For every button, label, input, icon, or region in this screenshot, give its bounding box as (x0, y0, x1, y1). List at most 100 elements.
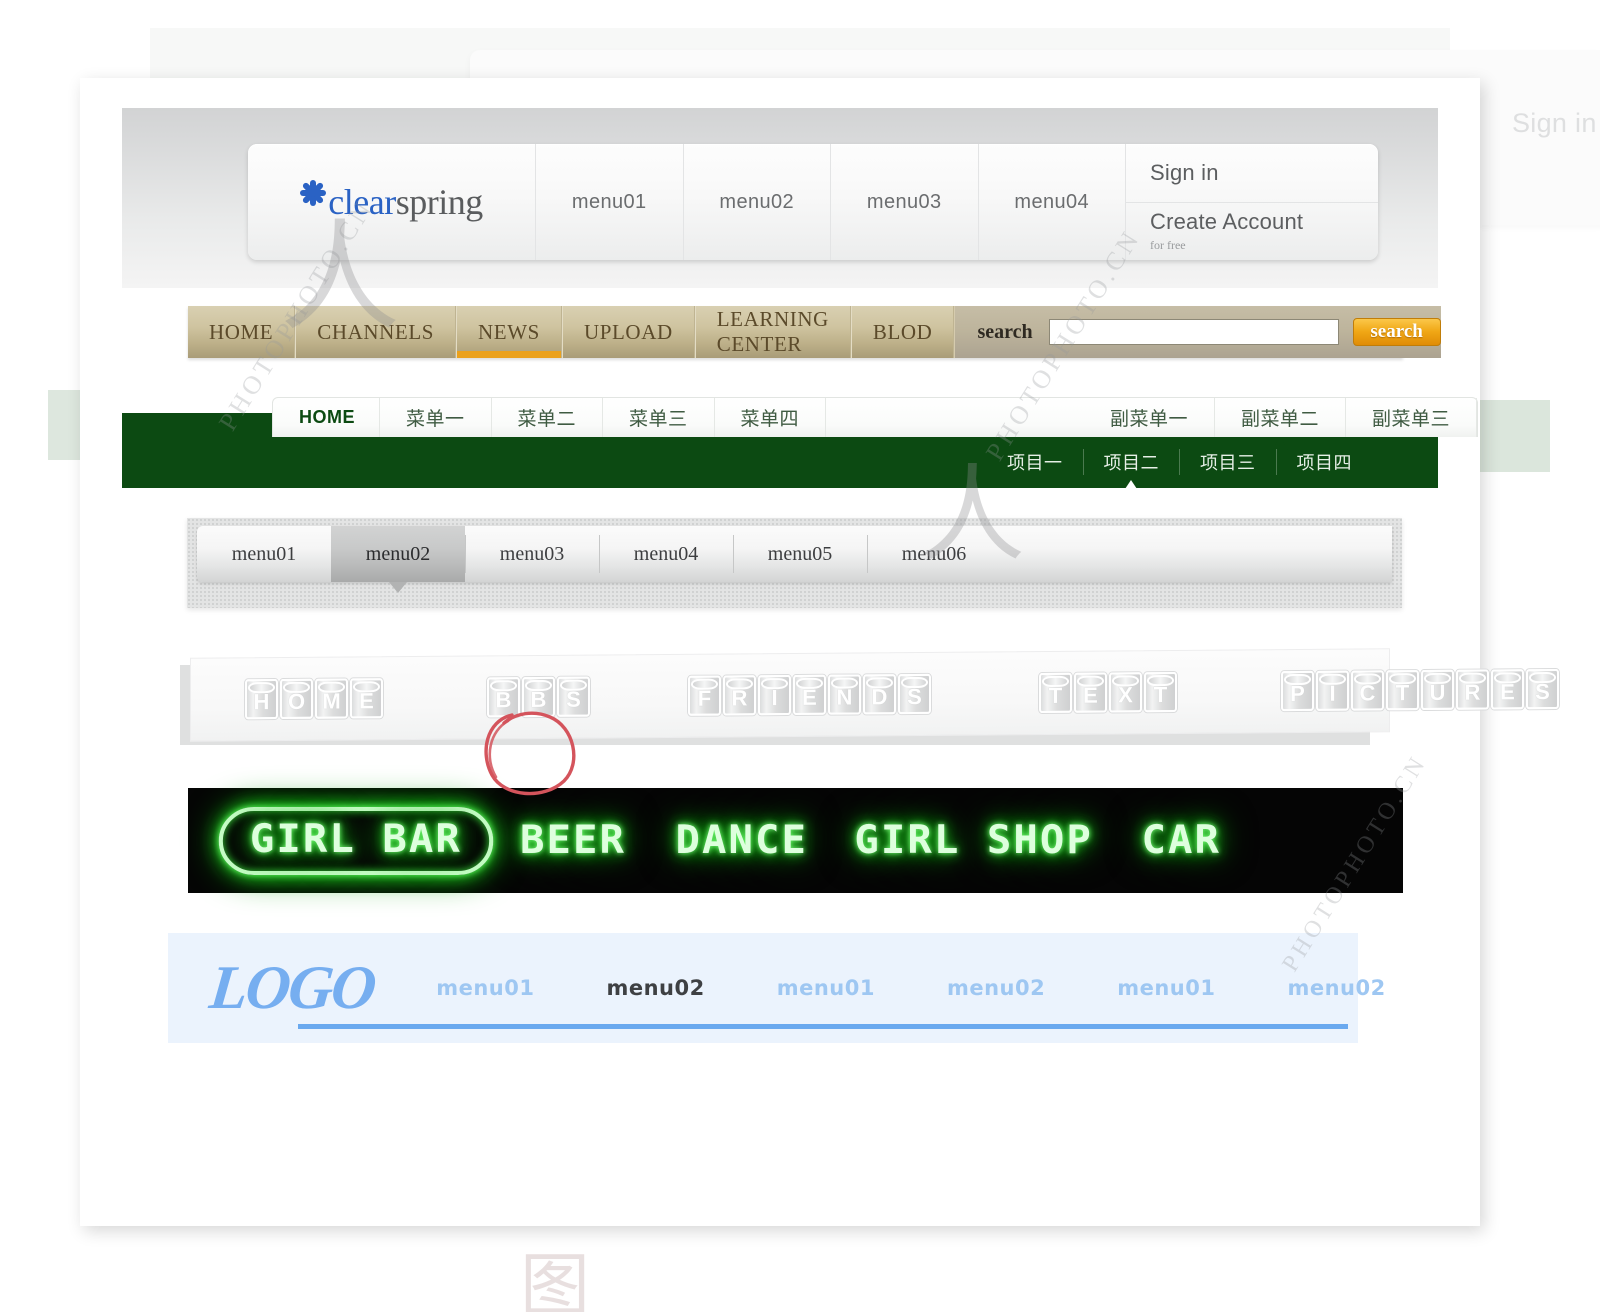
logo-text-secondary: spring (395, 182, 484, 222)
green-nav-item-home[interactable]: HOME (273, 398, 380, 450)
search-area: search search (954, 306, 1441, 358)
can-letter: O (280, 678, 313, 720)
green-nav-item-menu2[interactable]: 菜单二 (492, 398, 604, 437)
can-letter: S (557, 676, 590, 717)
gray-tab-menu02[interactable]: menu02 (331, 526, 465, 593)
search-input[interactable] (1048, 319, 1339, 345)
watermark-glyph-3: 图 (520, 1249, 590, 1312)
can-letter: C (1351, 670, 1384, 711)
green-nav-project-3[interactable]: 项目三 (1179, 449, 1276, 475)
green-nav-item-menu1[interactable]: 菜单一 (380, 398, 492, 437)
green-nav-top-row: HOME 菜单一 菜单二 菜单三 菜单四 副菜单一 副菜单二 副菜单三 (272, 397, 1478, 450)
logo-nav-item-1[interactable]: menu01 (436, 976, 534, 1000)
gray-tab-filler (1001, 526, 1392, 582)
logo-nav-underline (298, 1024, 1348, 1029)
can-letter: S (1526, 668, 1559, 710)
header-menu-item-4[interactable]: menu04 (979, 144, 1126, 260)
logo-nav-item-5[interactable]: menu01 (1117, 976, 1215, 1000)
gray-tab-menu01[interactable]: menu01 (197, 526, 331, 582)
can-letter: T (1144, 671, 1177, 713)
ghost-sign-in-label: Sign in (1512, 108, 1597, 138)
neon-nav-item-dance[interactable]: DANCE (675, 818, 808, 863)
can-letter: I (1316, 670, 1349, 711)
header-menu-item-2[interactable]: menu02 (684, 144, 831, 260)
can-letter: E (350, 678, 383, 719)
header-menu-item-3[interactable]: menu03 (831, 144, 979, 260)
neon-nav-item-beer[interactable]: BEER (520, 818, 626, 863)
logo-nav-item-2[interactable]: menu02 (606, 976, 704, 1000)
can-nav-item-bbs[interactable]: BBS (465, 676, 614, 718)
logo-navigation-bar: LOGO menu01 menu02 menu01 menu02 menu01 … (168, 933, 1385, 1043)
green-nav-item-row: 项目一 项目二 项目三 项目四 (987, 449, 1373, 492)
can-letter: E (793, 674, 826, 715)
tan-navigation-bar: HOME CHANNELS NEWS UPLOAD LEARNING CENTE… (188, 306, 1441, 358)
logo-text-primary: clear (328, 182, 396, 222)
tan-nav-item-home[interactable]: HOME (188, 306, 296, 358)
logo-nav-item-4[interactable]: menu02 (947, 976, 1045, 1000)
gray-tab-bar-block: menu01 menu02 menu03 menu04 menu05 menu0… (187, 518, 1402, 608)
can-letter: B (522, 676, 555, 718)
can-nav-item-text[interactable]: TEXT (1017, 671, 1201, 714)
neon-nav-item-car[interactable]: CAR (1141, 818, 1221, 863)
can-letter: T (1386, 670, 1419, 711)
neon-navigation-bar: GIRL BAR BEER DANCE GIRL SHOP CAR (188, 788, 1403, 893)
can-nav-item-home[interactable]: HOME (223, 678, 407, 720)
can-letter: H (245, 679, 278, 720)
green-nav-project-1[interactable]: 项目一 (987, 449, 1083, 475)
flower-asterisk-icon (300, 180, 327, 206)
can-letter-navigation-block: HOME BBS FRIENDS TEXT PICTURES (180, 648, 1559, 796)
can-letter: R (1456, 669, 1489, 710)
gray-tab-strip: menu01 menu02 menu03 menu04 menu05 menu0… (197, 526, 1392, 593)
logo-wordmark[interactable]: LOGO (206, 953, 378, 1024)
green-nav-project-4[interactable]: 项目四 (1275, 449, 1373, 475)
green-nav-sub-item-2[interactable]: 副菜单二 (1215, 398, 1346, 450)
gray-tab-menu04[interactable]: menu04 (599, 526, 733, 582)
main-card: clearspring menu01 menu02 menu03 menu04 … (80, 78, 1559, 1226)
can-letter: E (1491, 669, 1524, 710)
green-nav-sub-item-1[interactable]: 副菜单一 (1084, 398, 1215, 437)
sign-in-label: Sign in (1150, 159, 1219, 185)
search-label: search (977, 320, 1033, 343)
screenshot-stage: Sign in menu01menu02menu03menu04 clearsp… (0, 0, 1600, 1312)
search-button[interactable]: search (1352, 318, 1441, 346)
neon-nav-item-girl-bar[interactable]: GIRL BAR (218, 806, 494, 875)
can-letter: M (315, 678, 348, 719)
can-letter: D (863, 674, 896, 715)
gray-tab-menu06[interactable]: menu06 (867, 526, 1001, 582)
header-pill: clearspring menu01 menu02 menu03 menu04 … (248, 144, 1378, 260)
gray-tab-menu05[interactable]: menu05 (733, 526, 867, 582)
tan-nav-item-learning-center[interactable]: LEARNING CENTER (694, 306, 851, 358)
tan-nav-item-news[interactable]: NEWS (456, 306, 562, 358)
can-letter: R (723, 675, 756, 716)
sign-in-button[interactable]: Sign in (1126, 144, 1378, 203)
create-account-sublabel: for free (1150, 238, 1186, 253)
can-nav-item-pictures[interactable]: PICTURES (1259, 668, 1583, 712)
can-letter: P (1281, 670, 1314, 712)
can-letter: B (487, 677, 520, 718)
account-column: Sign in Create Account for free (1126, 144, 1378, 260)
clearspring-logo[interactable]: clearspring (248, 144, 536, 260)
can-nav-item-friends[interactable]: FRIENDS (666, 673, 955, 716)
green-nav-sub-item-3[interactable]: 副菜单三 (1346, 398, 1477, 437)
can-letter: N (828, 674, 861, 715)
green-nav-item-menu3[interactable]: 菜单三 (603, 398, 715, 437)
tan-nav-item-blod[interactable]: BLOD (850, 306, 955, 358)
can-letter: U (1421, 669, 1454, 711)
can-letter: I (758, 674, 791, 716)
green-nav-project-2[interactable]: 项目二 (1082, 449, 1180, 492)
can-letter: X (1109, 672, 1142, 713)
header-menu-item-1[interactable]: menu01 (536, 144, 684, 260)
tan-nav-item-upload[interactable]: UPLOAD (561, 306, 695, 358)
create-account-label: Create Account (1150, 209, 1304, 235)
gray-tab-menu03[interactable]: menu03 (465, 526, 599, 582)
green-navigation-bar: HOME 菜单一 菜单二 菜单三 菜单四 副菜单一 副菜单二 副菜单三 项目一 … (122, 397, 1478, 492)
tan-nav-item-channels[interactable]: CHANNELS (295, 306, 457, 358)
can-letter: F (688, 675, 721, 716)
create-account-button[interactable]: Create Account for free (1126, 203, 1378, 261)
logo-nav-item-3[interactable]: menu01 (777, 976, 875, 1000)
logo-nav-item-6[interactable]: menu02 (1287, 976, 1385, 1000)
can-nav-sheet: HOME BBS FRIENDS TEXT PICTURES (190, 648, 1559, 742)
green-nav-item-menu4[interactable]: 菜单四 (715, 398, 827, 437)
can-letter: S (898, 673, 931, 715)
neon-nav-item-girl-shop[interactable]: GIRL SHOP (855, 818, 1094, 863)
